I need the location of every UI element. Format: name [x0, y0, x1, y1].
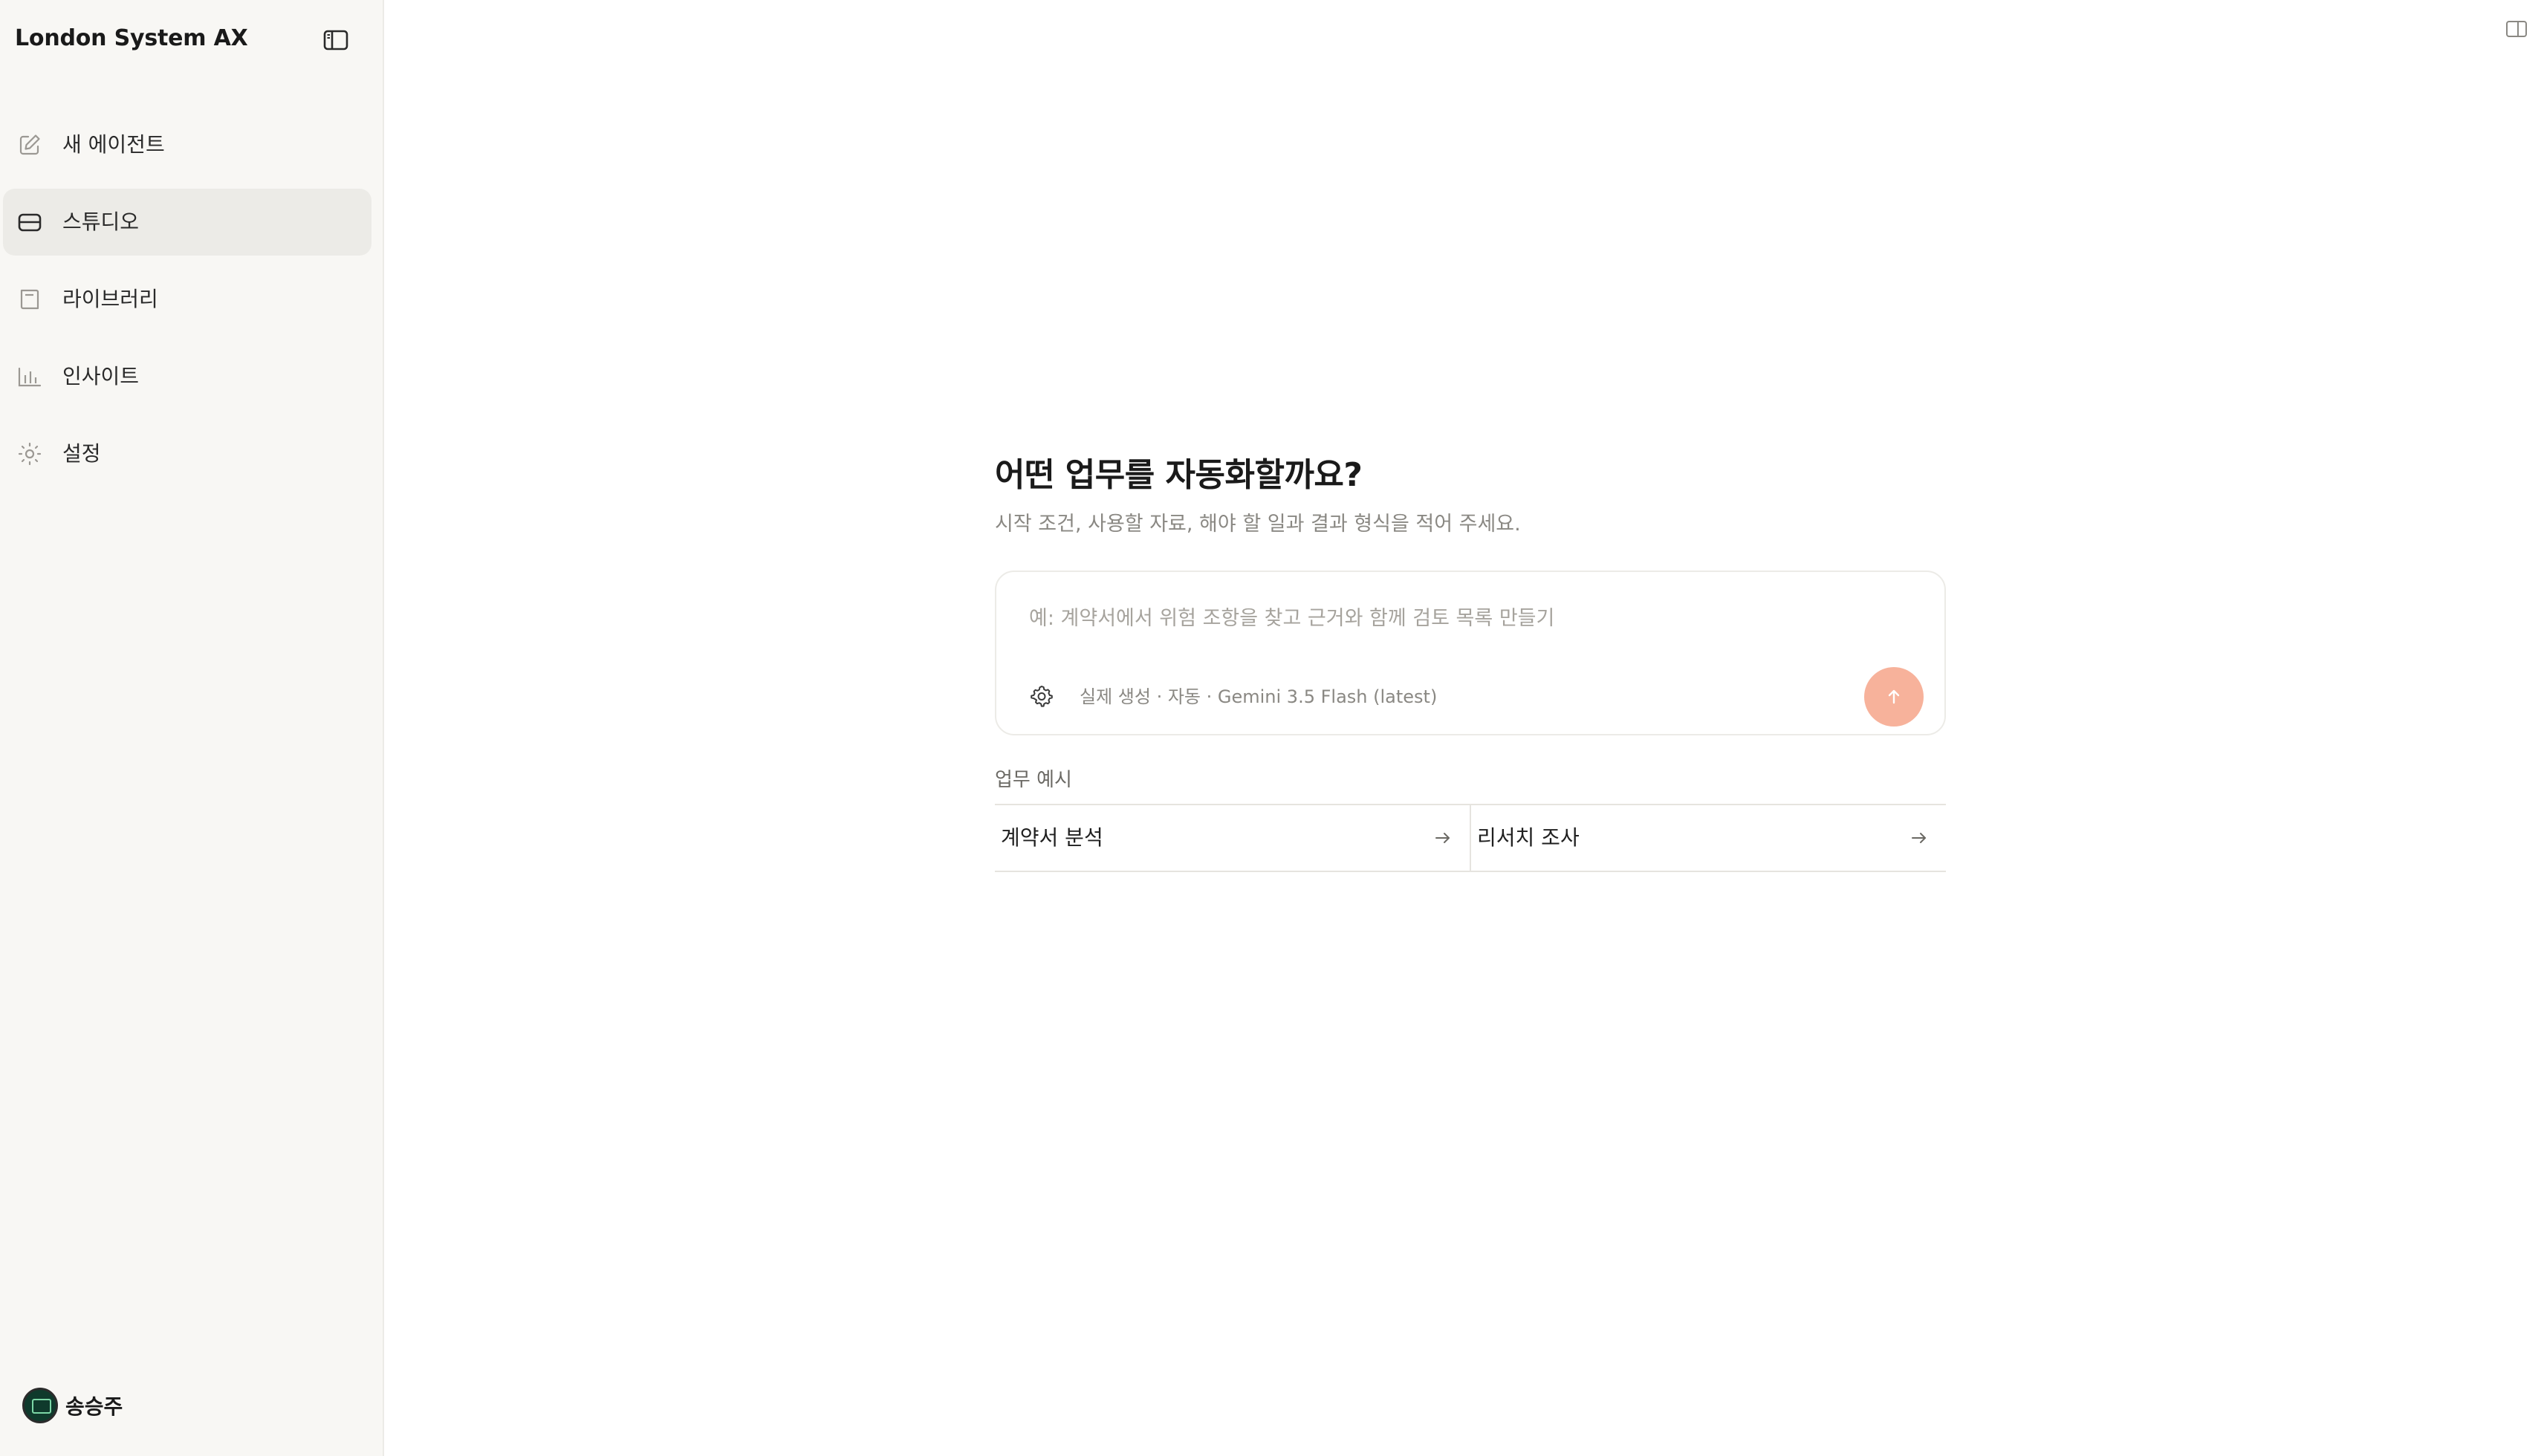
arrow-up-icon	[1888, 689, 1900, 704]
page-title: 어떤 업무를 자동화할까요?	[995, 456, 1363, 494]
page-subtitle: 시작 조건, 사용할 자료, 해야 할 일과 결과 형식을 적어 주세요.	[995, 513, 1521, 536]
inbox-icon	[16, 209, 43, 235]
sidebar-nav: 새 에이전트 스튜디오 라이브러리 인사이트 설정	[3, 111, 371, 498]
examples-heading: 업무 예시	[995, 769, 1072, 791]
sidebar-item-settings[interactable]: 설정	[3, 420, 371, 487]
sidebar-item-label: 스튜디오	[62, 209, 140, 234]
arrow-right-icon	[1432, 828, 1453, 848]
arrow-right-icon	[1909, 828, 1930, 848]
sidebar-item-label: 인사이트	[62, 364, 140, 389]
sidebar-item-label: 새 에이전트	[62, 132, 165, 157]
sidebar-item-insights[interactable]: 인사이트	[3, 343, 371, 410]
edit-icon	[16, 132, 43, 157]
example-research[interactable]: 리서치 조사	[1470, 805, 1946, 871]
split-panel-icon	[2506, 21, 2527, 37]
bar-chart-icon	[16, 364, 43, 389]
composer-settings-button[interactable]	[1029, 683, 1054, 709]
prompt-composer: 실제 생성 · 자동 · Gemini 3.5 Flash (latest)	[995, 571, 1946, 735]
user-profile[interactable]: 송승주	[22, 1386, 123, 1425]
sidebar-item-label: 설정	[62, 441, 101, 466]
sidebar-item-label: 라이브러리	[62, 287, 158, 311]
avatar	[22, 1388, 58, 1423]
user-name: 송승주	[65, 1394, 123, 1419]
examples-list: 계약서 분석 리서치 조사	[995, 804, 1946, 872]
example-contract-analysis[interactable]: 계약서 분석	[995, 805, 1470, 871]
prompt-input[interactable]	[1029, 602, 1906, 639]
app-window: London System AX 새 에이전트 스튜디오 라이브러리 인사이트 …	[0, 0, 2544, 1456]
sun-icon	[16, 441, 43, 467]
sidebar-item-studio[interactable]: 스튜디오	[3, 189, 371, 256]
book-icon	[16, 287, 43, 312]
sidebar-item-new-agent[interactable]: 새 에이전트	[3, 111, 371, 178]
sidebar: London System AX 새 에이전트 스튜디오 라이브러리 인사이트 …	[0, 0, 384, 1456]
sidebar-toggle-button[interactable]	[321, 27, 351, 53]
model-selector[interactable]: 실제 생성 · 자동 · Gemini 3.5 Flash (latest)	[1080, 684, 1437, 709]
gear-icon	[1031, 686, 1053, 707]
right-panel-toggle-button[interactable]	[2504, 18, 2529, 40]
send-button[interactable]	[1864, 667, 1924, 727]
sidebar-item-library[interactable]: 라이브러리	[3, 266, 371, 333]
sidebar-panel-icon	[323, 30, 348, 51]
example-label: 리서치 조사	[1477, 825, 1580, 850]
main-area: 어떤 업무를 자동화할까요? 시작 조건, 사용할 자료, 해야 할 일과 결과…	[384, 0, 2544, 1456]
brand-title: London System AX	[15, 25, 248, 51]
example-label: 계약서 분석	[1001, 825, 1103, 850]
composer-section: 어떤 업무를 자동화할까요? 시작 조건, 사용할 자료, 해야 할 일과 결과…	[995, 453, 1946, 872]
